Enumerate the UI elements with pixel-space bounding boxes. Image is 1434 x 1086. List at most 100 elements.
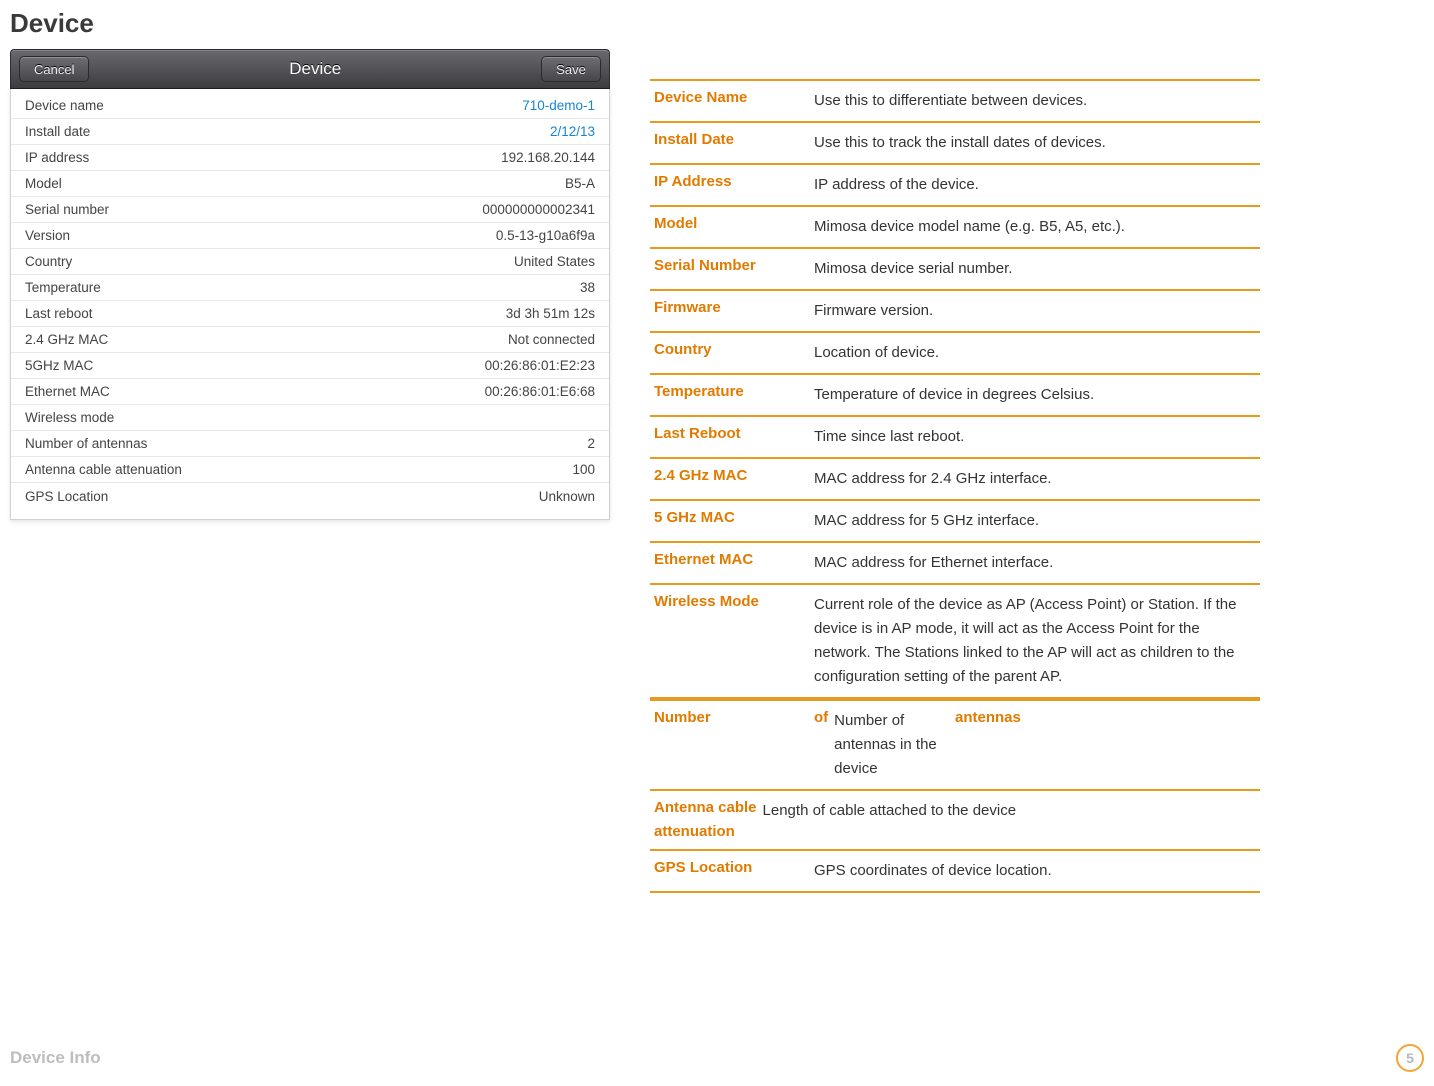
panel-row: Version 0.5-13-g10a6f9a <box>11 223 609 249</box>
panel-row-label: Temperature <box>25 280 101 295</box>
panel-row-value: Unknown <box>539 489 595 504</box>
cancel-button[interactable]: Cancel <box>19 56 89 82</box>
panel-row: 5GHz MAC 00:26:86:01:E2:23 <box>11 353 609 379</box>
panel-titlebar: Cancel Device Save <box>10 49 610 89</box>
def-label: Device Name <box>654 89 814 113</box>
panel-row-label: Serial number <box>25 202 109 217</box>
panel-row: Ethernet MAC 00:26:86:01:E6:68 <box>11 379 609 405</box>
definition-row: ModelMimosa device model name (e.g. B5, … <box>650 205 1260 247</box>
panel-row: 2.4 GHz MAC Not connected <box>11 327 609 353</box>
definition-row: CountryLocation of device. <box>650 331 1260 373</box>
panel-row-value: 2 <box>587 436 595 451</box>
def-gps-location: GPS Location GPS coordinates of device l… <box>650 849 1260 893</box>
definition-row: Install DateUse this to track the instal… <box>650 121 1260 163</box>
def-label: Serial Number <box>654 257 814 281</box>
definition-row: Last RebootTime since last reboot. <box>650 415 1260 457</box>
panel-row-value: 00:26:86:01:E6:68 <box>485 384 595 399</box>
panel-row-value: B5-A <box>565 176 595 191</box>
definition-row: Device NameUse this to differentiate bet… <box>650 79 1260 121</box>
panel-body: Device name 710-demo-1 Install date 2/12/13… <box>10 89 610 520</box>
panel-row: Model B5-A <box>11 171 609 197</box>
panel-row-value: Not connected <box>508 332 595 347</box>
def-label: Temperature <box>654 383 814 407</box>
definition-row: FirmwareFirmware version. <box>650 289 1260 331</box>
definitions-column: Device NameUse this to differentiate bet… <box>650 49 1260 893</box>
definition-row: Serial NumberMimosa device serial number… <box>650 247 1260 289</box>
panel-row-value: United States <box>514 254 595 269</box>
def-label: 5 GHz MAC <box>654 509 814 533</box>
def-desc: Mimosa device serial number. <box>814 257 1012 281</box>
def-label: Model <box>654 215 814 239</box>
def-desc: Use this to differentiate between device… <box>814 89 1087 113</box>
panel-row-label: Model <box>25 176 62 191</box>
definition-row: Ethernet MACMAC address for Ethernet int… <box>650 541 1260 583</box>
panel-row: GPS LocationUnknown <box>11 483 609 509</box>
def-label: Install Date <box>654 131 814 155</box>
def-label: Number <box>654 709 814 726</box>
def-desc: MAC address for 5 GHz interface. <box>814 509 1039 533</box>
def-label: Country <box>654 341 814 365</box>
def-label: Firmware <box>654 299 814 323</box>
panel-row: IP address 192.168.20.144 <box>11 145 609 171</box>
def-desc: Mimosa device model name (e.g. B5, A5, e… <box>814 215 1125 239</box>
def-label: IP Address <box>654 173 814 197</box>
panel-row-label: Antenna cable attenuation <box>25 462 182 477</box>
def-antenna-cable-attenuation: Antenna cable Length of cable attached t… <box>650 789 1260 849</box>
def-label: antennas <box>955 709 1021 726</box>
panel-title: Device <box>89 59 541 79</box>
panel-row-value: 3d 3h 51m 12s <box>506 306 595 321</box>
def-desc: Length of cable attached to the device <box>763 799 1017 823</box>
def-desc: GPS coordinates of device location. <box>814 859 1052 883</box>
panel-row-label: Wireless mode <box>25 410 114 425</box>
def-desc: Number of antennas in the device <box>834 709 955 781</box>
device-panel: Cancel Device Save Device name 710-demo-1… <box>10 49 610 893</box>
def-desc: Location of device. <box>814 341 939 365</box>
panel-row-label: 5GHz MAC <box>25 358 93 373</box>
panel-row-label: Ethernet MAC <box>25 384 110 399</box>
content-columns: Cancel Device Save Device name 710-demo-1… <box>10 49 1424 893</box>
panel-row-value: 000000000002341 <box>482 202 595 217</box>
def-number-of-antennas: Number of Number of antennas in the devi… <box>650 699 1260 789</box>
panel-row: Serial number 000000000002341 <box>11 197 609 223</box>
panel-row-label: Device name <box>25 98 104 113</box>
panel-row[interactable]: Device name 710-demo-1 <box>11 93 609 119</box>
def-desc: IP address of the device. <box>814 173 979 197</box>
panel-row-value: 192.168.20.144 <box>501 150 595 165</box>
def-label: Ethernet MAC <box>654 551 814 575</box>
panel-row-value: 2/12/13 <box>550 124 595 139</box>
def-label: attenuation <box>654 823 735 840</box>
panel-row-label: Last reboot <box>25 306 93 321</box>
panel-row-label: Install date <box>25 124 90 139</box>
def-desc: Current role of the device as AP (Access… <box>814 593 1256 689</box>
page-number-badge: 5 <box>1396 1044 1424 1072</box>
panel-row-label: Country <box>25 254 72 269</box>
def-desc: Firmware version. <box>814 299 933 323</box>
panel-row: Country United States <box>11 249 609 275</box>
panel-row: Last reboot 3d 3h 51m 12s <box>11 301 609 327</box>
panel-row-value: 710-demo-1 <box>522 98 595 113</box>
def-desc: Temperature of device in degrees Celsius… <box>814 383 1094 407</box>
save-button[interactable]: Save <box>541 56 601 82</box>
panel-row[interactable]: Install date 2/12/13 <box>11 119 609 145</box>
definition-row: 5 GHz MACMAC address for 5 GHz interface… <box>650 499 1260 541</box>
def-label: Last Reboot <box>654 425 814 449</box>
panel-row: Antenna cable attenuation100 <box>11 457 609 483</box>
panel-row-value: 00:26:86:01:E2:23 <box>485 358 595 373</box>
definition-row: IP AddressIP address of the device. <box>650 163 1260 205</box>
page-footer: Device Info 5 <box>10 1044 1424 1072</box>
panel-row-label: IP address <box>25 150 89 165</box>
panel-row-label: Version <box>25 228 70 243</box>
def-label: 2.4 GHz MAC <box>654 467 814 491</box>
panel-row-label: 2.4 GHz MAC <box>25 332 108 347</box>
panel-row: Number of antennas2 <box>11 431 609 457</box>
def-label-of: of <box>814 709 828 726</box>
panel-row-value: 38 <box>580 280 595 295</box>
def-desc: MAC address for Ethernet interface. <box>814 551 1053 575</box>
panel-row-value: 0.5-13-g10a6f9a <box>496 228 595 243</box>
footer-section-label: Device Info <box>10 1048 101 1068</box>
panel-row: Temperature 38 <box>11 275 609 301</box>
definition-row: 2.4 GHz MACMAC address for 2.4 GHz inter… <box>650 457 1260 499</box>
def-desc: MAC address for 2.4 GHz interface. <box>814 467 1052 491</box>
page-title: Device <box>10 0 1424 49</box>
def-desc: Time since last reboot. <box>814 425 964 449</box>
